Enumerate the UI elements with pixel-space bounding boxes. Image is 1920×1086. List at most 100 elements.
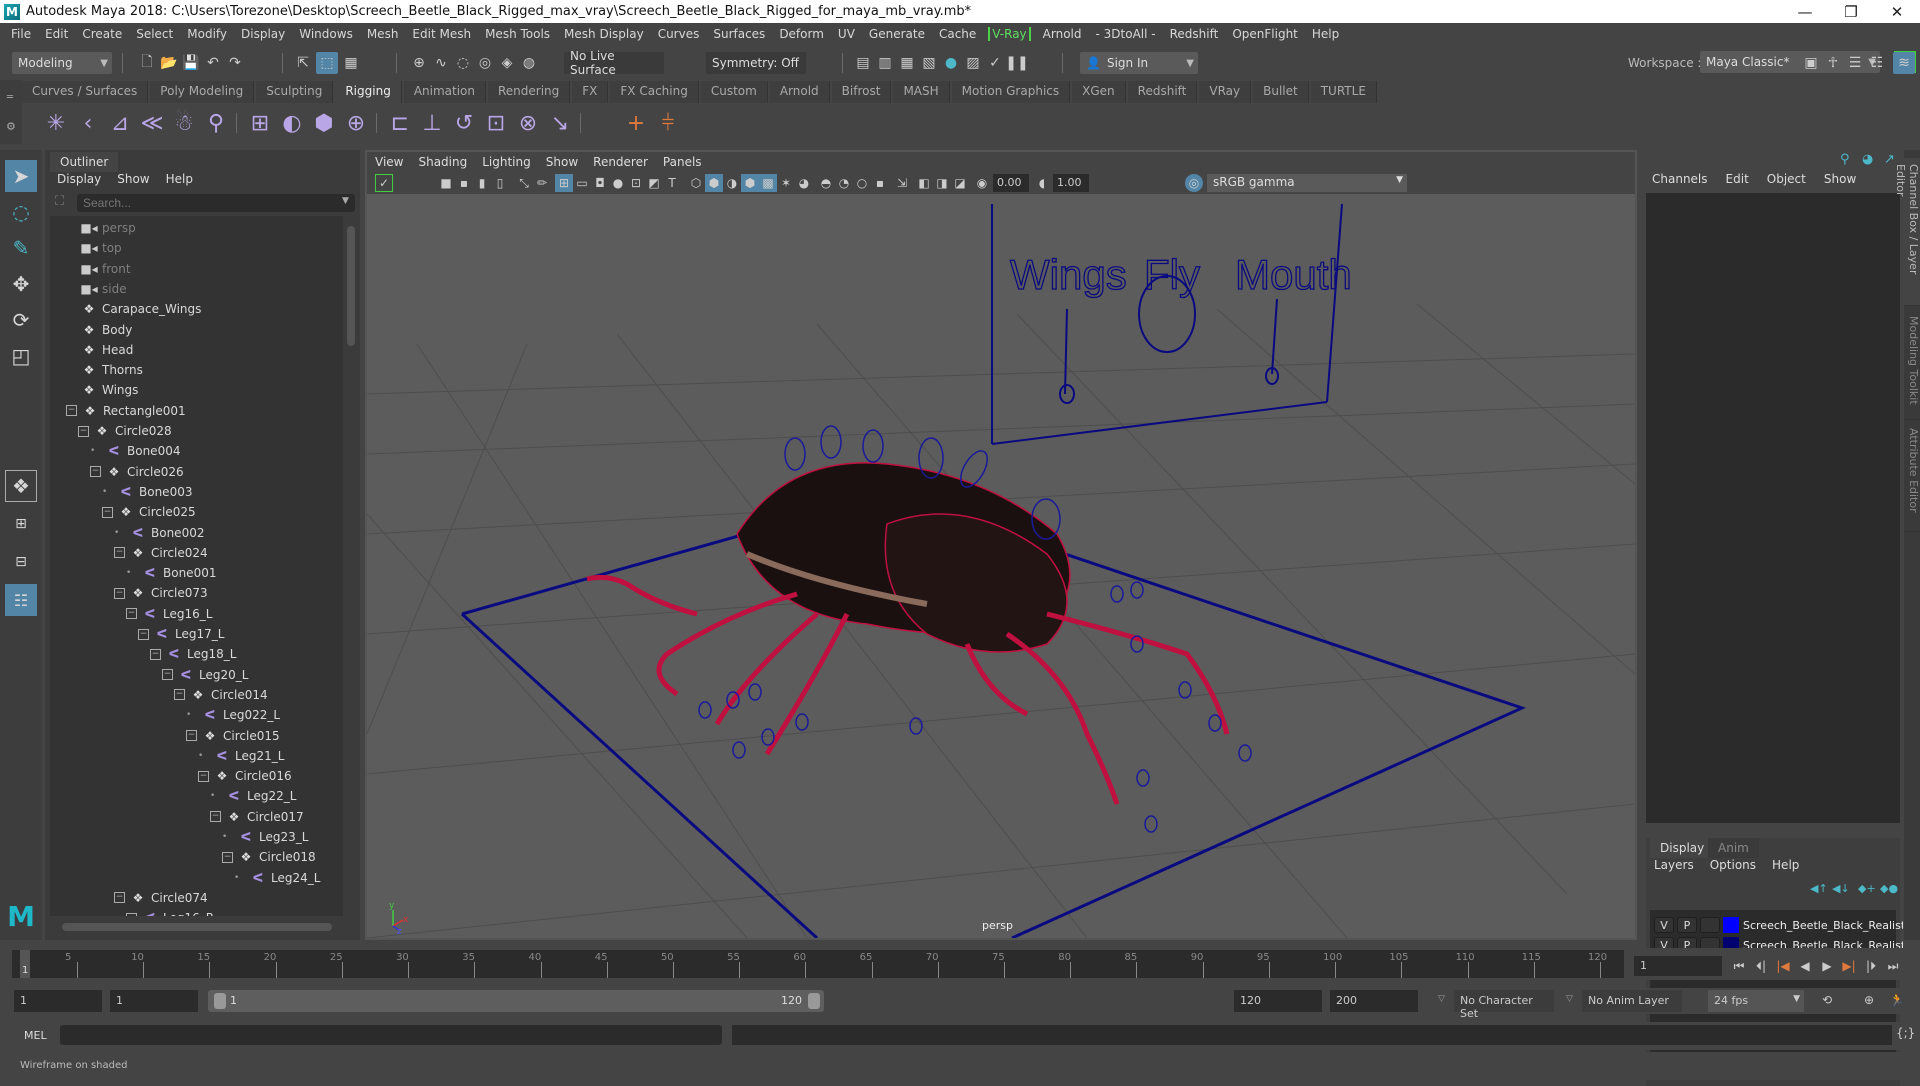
two-pane-layout-icon[interactable]: ⊟ <box>5 546 37 578</box>
fps-dropdown[interactable]: 24 fps ▼ <box>1708 990 1804 1012</box>
outliner-item[interactable]: ❖ Head <box>80 340 134 360</box>
outliner-menu-show[interactable]: Show <box>117 172 149 186</box>
menu-file[interactable]: File <box>4 27 38 41</box>
collapse-icon[interactable]: − <box>198 770 209 782</box>
outliner-item[interactable]: ■◂ top <box>80 238 121 258</box>
collapse-icon[interactable]: − <box>174 689 185 701</box>
parent-constraint-icon[interactable]: ⊏ <box>386 109 414 137</box>
human-ik-shelf-icon[interactable]: ⚲ <box>202 109 230 137</box>
outliner-menu-display[interactable]: Display <box>57 172 101 186</box>
bookmark-icon[interactable]: ▮ <box>473 174 491 192</box>
menu-curves[interactable]: Curves <box>651 27 707 41</box>
minimize-button[interactable]: — <box>1782 0 1828 23</box>
shelf-tab-motion-graphics[interactable]: Motion Graphics <box>951 81 1071 103</box>
outliner-item[interactable]: − ❖ Circle016 <box>198 766 292 786</box>
maximize-button[interactable]: ❐ <box>1828 0 1874 23</box>
outliner-item[interactable]: − ❖ Circle073 <box>114 583 208 603</box>
outliner-item[interactable]: − ❖ Circle024 <box>114 543 208 563</box>
layer-menu-help[interactable]: Help <box>1772 858 1799 872</box>
paint-select-tool-icon[interactable]: ✎ <box>5 232 37 264</box>
textured-icon[interactable]: ▩ <box>759 174 777 192</box>
collapse-icon[interactable]: − <box>210 811 221 823</box>
menu-uv[interactable]: UV <box>831 27 862 41</box>
gamma-field[interactable]: 1.00 <box>1053 174 1089 192</box>
create-joints-icon[interactable]: ✳ <box>42 109 70 137</box>
outliner-item[interactable]: ■◂ side <box>80 279 126 299</box>
layer-menu-options[interactable]: Options <box>1710 858 1756 872</box>
outliner-item[interactable]: ■◂ front <box>80 259 130 279</box>
viewport-panel[interactable]: View Shading Lighting Show Renderer Panels ✓ … <box>365 150 1637 940</box>
ambient-occlusion-icon[interactable]: ◓ <box>817 174 835 192</box>
shadows-icon[interactable]: ◕ <box>795 174 813 192</box>
ik-handle-icon[interactable]: ⊿ <box>106 109 134 137</box>
layer-tab-anim[interactable]: Anim <box>1708 838 1759 858</box>
attribute-editor-icon[interactable]: ☰ <box>1844 52 1866 74</box>
channel-box-menu-edit[interactable]: Edit <box>1726 172 1749 186</box>
loop-icon[interactable]: ⟲ <box>1818 992 1836 1008</box>
outliner-item[interactable]: ❖ Wings <box>80 380 139 400</box>
script-editor-icon[interactable]: {;} <box>1896 1026 1915 1040</box>
outliner-item[interactable]: • ᐸ Bone001 <box>126 563 216 583</box>
depth-of-field-icon[interactable]: ▪ <box>871 174 889 192</box>
pole-vector-icon[interactable]: ↘ <box>546 109 574 137</box>
side-tab-channel-box[interactable]: Channel Box / Layer Editor <box>1894 158 1920 306</box>
outliner-item[interactable]: − ❖ Circle017 <box>210 807 304 827</box>
outliner-item[interactable]: • ᐸ Bone002 <box>114 523 204 543</box>
outliner-search-input[interactable] <box>77 194 355 212</box>
new-scene-icon[interactable]: 🗋 <box>136 52 158 74</box>
outliner-item[interactable]: ❖ Thorns <box>80 360 143 380</box>
menu-edit-mesh[interactable]: Edit Mesh <box>405 27 478 41</box>
command-language-label[interactable]: MEL <box>24 1029 47 1042</box>
rotate-tool-icon[interactable]: ⟳ <box>5 304 37 336</box>
step-forward-key-icon[interactable]: |⏵ <box>1862 958 1880 974</box>
smooth-shade-icon[interactable]: ⬢ <box>705 174 723 192</box>
viewport-menu-show[interactable]: Show <box>546 155 578 169</box>
outliner-item[interactable]: • ᐸ Leg23_L <box>222 827 308 847</box>
channel-box-icon[interactable]: ≋ <box>1893 52 1915 74</box>
render-settings-icon[interactable]: ▧ <box>918 52 940 74</box>
layer-playback-toggle[interactable]: P <box>1677 917 1697 933</box>
menu-surfaces[interactable]: Surfaces <box>706 27 772 41</box>
outliner-item[interactable]: • ᐸ Bone003 <box>102 482 192 502</box>
play-forward-icon[interactable]: ▶ <box>1818 958 1836 974</box>
symmetry-dropdown[interactable]: Symmetry: Off <box>706 52 806 74</box>
gamma-icon[interactable]: ◖ <box>1033 174 1051 192</box>
channel-box-menu-object[interactable]: Object <box>1767 172 1806 186</box>
menu-edit[interactable]: Edit <box>38 27 75 41</box>
collapse-icon[interactable]: − <box>114 892 125 904</box>
3d-scene[interactable]: Wings Fly Mouth y x z <box>367 194 1635 938</box>
safe-action-icon[interactable]: ◩ <box>645 174 663 192</box>
range-start-handle[interactable] <box>214 993 226 1009</box>
gate-mask-icon[interactable]: ● <box>609 174 627 192</box>
collapse-icon[interactable]: − <box>162 669 173 681</box>
wireframe-on-shaded-icon[interactable]: ⬢ <box>741 174 759 192</box>
xray-icon[interactable]: ◧ <box>915 174 933 192</box>
range-slider[interactable]: 1 120 <box>208 990 824 1012</box>
go-to-start-icon[interactable]: ⏮ <box>1730 958 1748 974</box>
playback-start-field[interactable]: 1 <box>110 990 198 1012</box>
anim-layer-field[interactable]: No Anim Layer <box>1582 990 1682 1012</box>
four-view-layout-icon[interactable]: ⊞ <box>5 508 37 540</box>
shelf-tab-animation[interactable]: Animation <box>403 81 486 103</box>
pause-icon[interactable]: ❚❚ <box>1005 52 1028 74</box>
safe-title-icon[interactable]: T <box>663 174 681 192</box>
menu-cache[interactable]: Cache <box>932 27 983 41</box>
shelf-menu-icon[interactable]: ═ <box>7 92 13 103</box>
speed-icon[interactable]: ◕ <box>1862 152 1873 167</box>
shelf-tab-curves-surfaces[interactable]: Curves / Surfaces <box>22 81 149 103</box>
menu-display[interactable]: Display <box>234 27 292 41</box>
lasso-tool-icon[interactable]: ◌ <box>5 196 37 228</box>
layer-visibility-toggle[interactable]: V <box>1654 917 1674 933</box>
shelf-handle[interactable]: ═ ⚙ <box>0 80 22 144</box>
outliner-item[interactable]: − ❖ Circle014 <box>174 685 268 705</box>
channel-box-manipulator-icon[interactable]: ⚲ <box>1840 152 1850 167</box>
select-hierarchy-icon[interactable]: ⇱ <box>292 52 314 74</box>
2d-pan-zoom-icon[interactable]: ⤡ <box>515 174 533 192</box>
play-backward-icon[interactable]: ◀ <box>1796 958 1814 974</box>
outliner-item[interactable]: − ᐸ Leg18_L <box>150 644 236 664</box>
command-input[interactable] <box>60 1025 722 1045</box>
shelf-tab-custom[interactable]: Custom <box>700 81 768 103</box>
color-management-toggle-icon[interactable]: ◎ <box>1185 174 1203 192</box>
outliner-item[interactable]: ❖ Body <box>80 320 133 340</box>
menu-arnold[interactable]: Arnold <box>1036 27 1089 41</box>
